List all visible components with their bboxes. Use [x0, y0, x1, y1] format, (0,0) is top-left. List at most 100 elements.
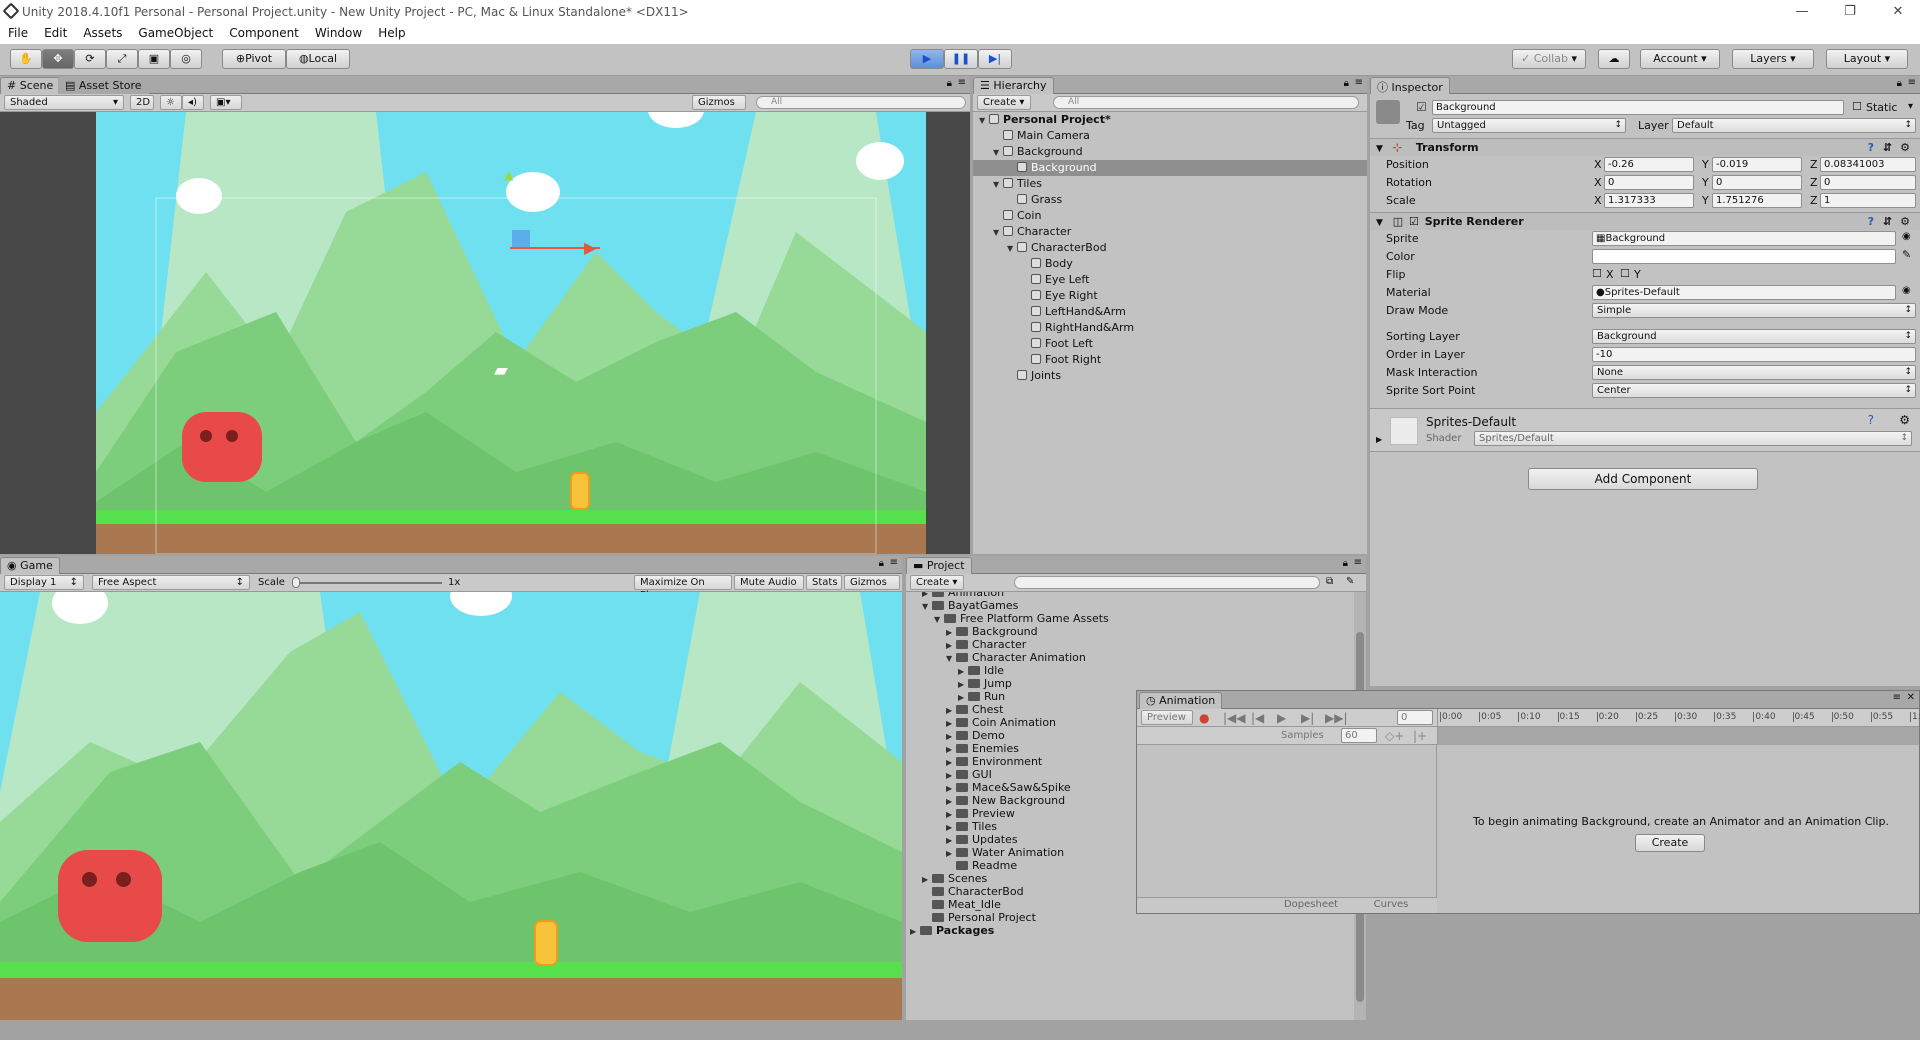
- last-key-icon[interactable]: ▶▶|: [1325, 711, 1348, 725]
- draw-mode-dropdown[interactable]: Simple: [1592, 303, 1916, 318]
- next-key-icon[interactable]: ▶|: [1301, 711, 1314, 725]
- rotation-x-field[interactable]: 0: [1604, 175, 1694, 190]
- move-tool-button[interactable]: ✥: [42, 49, 74, 69]
- sprite-field[interactable]: ▦Background: [1592, 231, 1896, 246]
- frame-field[interactable]: 0: [1397, 710, 1433, 725]
- mask-interaction-dropdown[interactable]: None: [1592, 365, 1916, 380]
- project-item[interactable]: ▼ Character Animation: [906, 651, 1354, 664]
- hierarchy-item[interactable]: ▼ Character: [973, 224, 1367, 240]
- expanded-arrow-icon[interactable]: ▼: [993, 177, 1003, 193]
- display-dropdown[interactable]: Display 1 ↕: [4, 575, 84, 590]
- gizmo-y-arrow-icon[interactable]: ▲: [504, 168, 513, 182]
- position-z-field[interactable]: 0.08341003: [1820, 157, 1916, 172]
- audio-toggle[interactable]: ◂): [182, 95, 204, 110]
- shading-dropdown[interactable]: Shaded ▾: [4, 95, 124, 110]
- gizmo-plane-handle[interactable]: [512, 230, 530, 248]
- tab-scene[interactable]: # Scene: [0, 77, 61, 94]
- rotate-tool-button[interactable]: ⟳: [74, 49, 106, 69]
- expanded-arrow-icon[interactable]: ▼: [993, 145, 1003, 161]
- mute-audio-toggle[interactable]: Mute Audio: [734, 575, 804, 590]
- help-icon[interactable]: ?: [1868, 139, 1874, 156]
- preset-icon[interactable]: ⇵: [1883, 139, 1892, 156]
- close-icon[interactable]: ✕: [1907, 692, 1915, 703]
- add-component-button[interactable]: Add Component: [1528, 468, 1758, 490]
- position-y-field[interactable]: -0.019: [1712, 157, 1802, 172]
- help-icon[interactable]: ?: [1868, 213, 1874, 230]
- hierarchy-item[interactable]: Foot Right: [973, 352, 1367, 368]
- scale-slider[interactable]: [292, 582, 442, 584]
- hierarchy-item[interactable]: Main Camera: [973, 128, 1367, 144]
- scale-slider-thumb[interactable]: [292, 577, 300, 588]
- game-viewport[interactable]: [0, 592, 902, 1020]
- timeline-ruler[interactable]: 0:00 0:05 0:10 0:15 0:20 0:25 0:30 0:35 0:40 0:45…: [1437, 709, 1920, 727]
- play-icon[interactable]: ▶: [1277, 711, 1286, 725]
- project-item[interactable]: ▼ Free Platform Game Assets: [906, 612, 1354, 625]
- project-item[interactable]: ▼ BayatGames: [906, 599, 1354, 612]
- panel-menu-icon[interactable]: ≡: [1908, 77, 1916, 88]
- hierarchy-item[interactable]: Body: [973, 256, 1367, 272]
- effects-toggle[interactable]: ▣▾: [210, 95, 242, 110]
- scale-x-field[interactable]: 1.317333: [1604, 193, 1694, 208]
- lock-icon[interactable]: 🔒︎: [947, 78, 952, 89]
- preset-icon[interactable]: ⇵: [1883, 213, 1892, 230]
- transform-tool-button[interactable]: ◎: [170, 49, 202, 69]
- step-button[interactable]: ▶|: [978, 49, 1012, 69]
- panel-menu-icon[interactable]: ≡: [1355, 77, 1363, 88]
- material-field[interactable]: ●Sprites-Default: [1592, 285, 1896, 300]
- project-item[interactable]: ▶ Packages: [906, 924, 1354, 937]
- play-button[interactable]: ▶: [910, 49, 944, 69]
- menu-edit[interactable]: Edit: [36, 24, 75, 40]
- expanded-arrow-icon[interactable]: ▼: [979, 113, 989, 129]
- maximize-on-play-toggle[interactable]: Maximize On Play: [634, 575, 732, 601]
- event-track[interactable]: [1437, 727, 1919, 745]
- lock-icon[interactable]: 🔒︎: [879, 558, 884, 569]
- tab-asset-store[interactable]: ▤ Asset Store: [58, 77, 149, 94]
- scene-gizmos-dropdown[interactable]: Gizmos ▾: [692, 95, 746, 121]
- lock-icon[interactable]: 🔒︎: [1344, 78, 1349, 89]
- gear-icon[interactable]: ⚙: [1899, 413, 1910, 427]
- collab-dropdown[interactable]: ✓ Collab ▾: [1512, 49, 1586, 69]
- project-item[interactable]: ▶ Character: [906, 638, 1354, 651]
- color-swatch[interactable]: [1592, 249, 1896, 264]
- layout-dropdown[interactable]: Layout ▾: [1826, 49, 1908, 69]
- lock-icon[interactable]: 🔒︎: [1343, 558, 1348, 569]
- scene-search-input[interactable]: All: [756, 96, 966, 109]
- gear-icon[interactable]: ⚙: [1900, 139, 1910, 156]
- eyedropper-icon[interactable]: ✎: [1902, 248, 1911, 261]
- rotation-z-field[interactable]: 0: [1820, 175, 1916, 190]
- stats-toggle[interactable]: Stats: [806, 575, 842, 590]
- static-checkbox[interactable]: ☐: [1852, 100, 1862, 113]
- menu-gameobject[interactable]: GameObject: [130, 24, 221, 40]
- project-item[interactable]: ▶ Animation: [906, 592, 1354, 599]
- tab-game[interactable]: ◉ Game: [0, 557, 60, 574]
- cloud-button[interactable]: ☁: [1598, 49, 1630, 69]
- hierarchy-item[interactable]: ▼ CharacterBod: [973, 240, 1367, 256]
- hierarchy-item[interactable]: Foot Left: [973, 336, 1367, 352]
- account-dropdown[interactable]: Account ▾: [1640, 49, 1720, 69]
- filter-label-icon[interactable]: ✎: [1346, 576, 1354, 587]
- tree-arrow-icon[interactable]: ▶: [910, 925, 920, 938]
- prev-key-icon[interactable]: |◀: [1251, 711, 1264, 725]
- hierarchy-create-dropdown[interactable]: Create ▾: [977, 95, 1031, 110]
- hierarchy-item[interactable]: LeftHand&Arm: [973, 304, 1367, 320]
- local-toggle[interactable]: ◍Local: [286, 49, 350, 69]
- record-icon[interactable]: ●: [1199, 711, 1209, 725]
- hierarchy-item[interactable]: Joints: [973, 368, 1367, 384]
- pause-button[interactable]: ❚❚: [944, 49, 978, 69]
- project-item[interactable]: ▶ Jump: [906, 677, 1354, 690]
- tag-dropdown[interactable]: Untagged: [1432, 118, 1626, 133]
- menu-component[interactable]: Component: [221, 24, 307, 40]
- project-item[interactable]: ▶ Background: [906, 625, 1354, 638]
- panel-menu-icon[interactable]: ≡: [890, 557, 898, 568]
- hierarchy-item[interactable]: Grass: [973, 192, 1367, 208]
- tab-inspector[interactable]: ⓘ Inspector: [1370, 77, 1450, 94]
- hierarchy-item[interactable]: Background: [973, 160, 1367, 176]
- aspect-dropdown[interactable]: Free Aspect ↕: [92, 575, 250, 590]
- hierarchy-item[interactable]: ▼ Tiles: [973, 176, 1367, 192]
- order-in-layer-field[interactable]: -10: [1592, 347, 1916, 362]
- foldout-arrow-icon[interactable]: ▶: [1376, 435, 1382, 444]
- tab-project[interactable]: ▬ Project: [906, 557, 972, 574]
- scale-tool-button[interactable]: ⤢: [106, 49, 138, 69]
- panel-menu-icon[interactable]: ≡: [1354, 557, 1362, 568]
- hierarchy-item[interactable]: RightHand&Arm: [973, 320, 1367, 336]
